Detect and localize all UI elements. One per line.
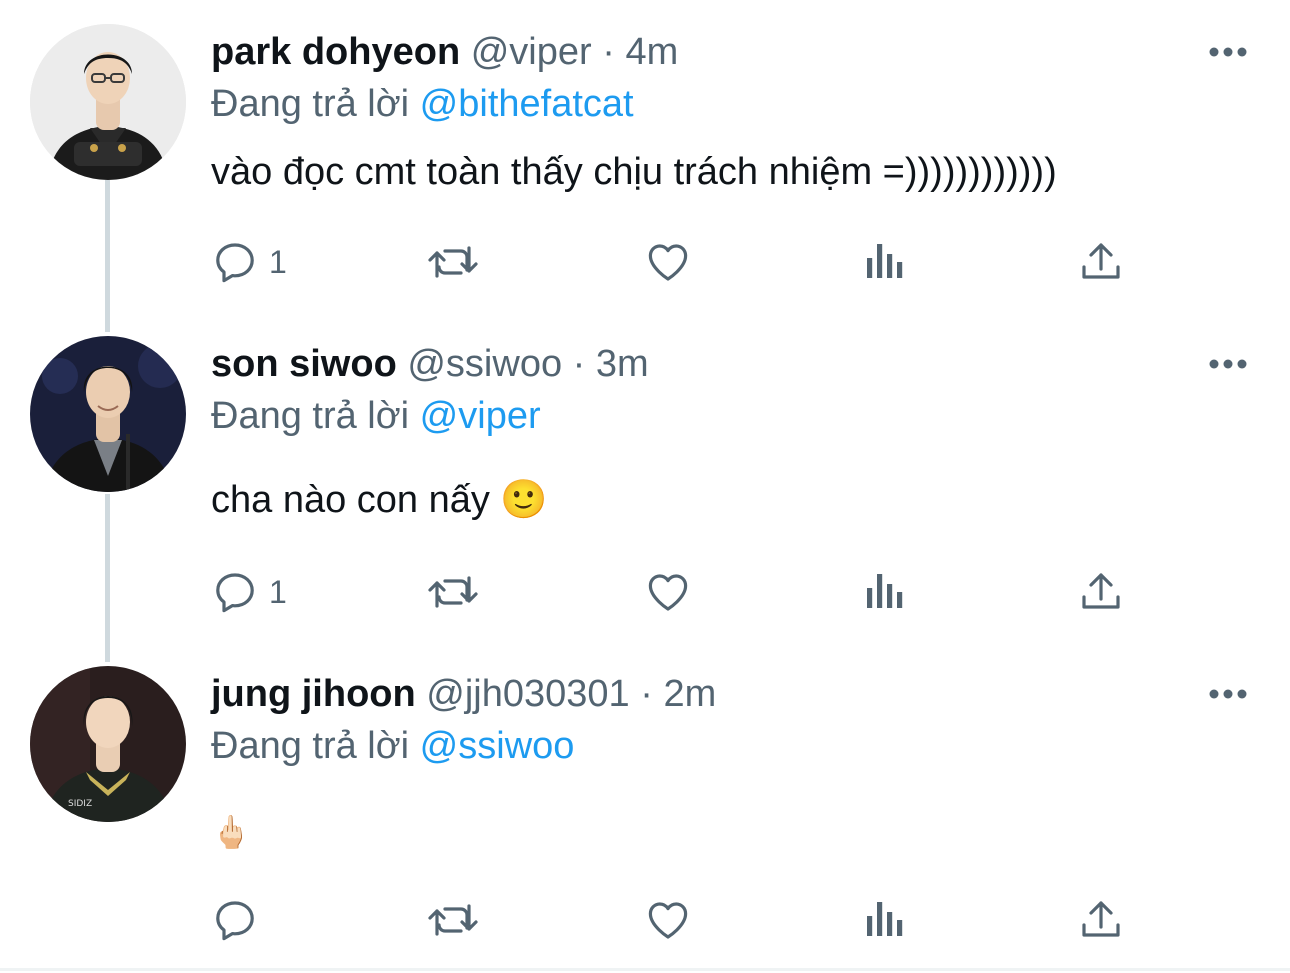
retweet-button[interactable]	[425, 890, 481, 950]
like-icon	[648, 574, 688, 611]
avatar[interactable]	[30, 24, 186, 180]
display-name[interactable]: park dohyeon	[211, 31, 460, 73]
replying-prefix: Đang trả lời	[211, 395, 410, 437]
share-button[interactable]	[1077, 562, 1125, 622]
replying-mention-link[interactable]: @ssiwoo	[420, 725, 575, 767]
action-bar	[211, 890, 1131, 950]
timestamp[interactable]: 2m	[663, 673, 716, 715]
reply-button[interactable]	[211, 890, 269, 950]
replying-mention-link[interactable]: @viper	[420, 395, 541, 437]
reply-icon	[216, 573, 254, 613]
replying-prefix: Đang trả lời	[211, 83, 410, 125]
tweet-header: jung jihoon @jjh030301 · 2m	[211, 672, 716, 716]
share-button[interactable]	[1077, 232, 1125, 292]
replying-to: Đang trả lời @ssiwoo	[211, 724, 574, 768]
more-icon[interactable]	[1206, 682, 1250, 706]
like-button[interactable]	[643, 890, 693, 950]
tweet[interactable]: SIDIZ jung jihoon @jjh030301 · 2m Đang t…	[0, 642, 1290, 968]
handle[interactable]: @jjh030301	[426, 673, 629, 715]
tweet-header: park dohyeon @viper · 4m	[211, 30, 678, 74]
reply-count: 1	[269, 573, 287, 610]
analytics-icon	[867, 574, 903, 608]
share-button[interactable]	[1077, 890, 1125, 950]
tweet-text: vào đọc cmt toàn thấy chịu trách nhiệm =…	[211, 151, 1057, 193]
tweet-text: cha nào con nấy 🙂	[211, 479, 548, 521]
replying-to: Đang trả lời @bithefatcat	[211, 82, 634, 126]
separator: ·	[572, 343, 586, 385]
reply-button[interactable]: 1	[211, 232, 287, 292]
timestamp[interactable]: 4m	[625, 31, 678, 73]
tweet-header: son siwoo @ssiwoo · 3m	[211, 342, 649, 386]
retweet-icon	[428, 576, 478, 608]
analytics-button[interactable]	[863, 232, 907, 292]
like-button[interactable]	[643, 232, 693, 292]
reply-icon	[216, 243, 254, 283]
replying-prefix: Đang trả lời	[211, 725, 410, 767]
handle[interactable]: @ssiwoo	[407, 343, 562, 385]
share-icon	[1082, 901, 1120, 937]
avatar[interactable]: SIDIZ	[30, 666, 186, 822]
like-button[interactable]	[643, 562, 693, 622]
replying-to: Đang trả lời @viper	[211, 394, 541, 438]
tweet[interactable]: park dohyeon @viper · 4m Đang trả lời @b…	[0, 0, 1290, 330]
replying-mention-link[interactable]: @bithefatcat	[420, 83, 634, 125]
reply-button[interactable]: 1	[211, 562, 287, 622]
analytics-button[interactable]	[863, 890, 907, 950]
separator: ·	[602, 31, 615, 73]
display-name[interactable]: jung jihoon	[211, 673, 416, 715]
share-icon	[1082, 573, 1120, 609]
retweet-button[interactable]	[425, 562, 481, 622]
reply-count: 1	[269, 243, 287, 280]
retweet-icon	[428, 246, 478, 278]
analytics-icon	[867, 902, 903, 936]
tweet-text: 🖕🏻	[211, 814, 251, 850]
action-bar: 1	[211, 562, 1131, 622]
avatar[interactable]	[30, 336, 186, 492]
action-bar: 1	[211, 232, 1131, 292]
retweet-button[interactable]	[425, 232, 481, 292]
divider	[0, 968, 1290, 971]
more-icon[interactable]	[1206, 40, 1250, 64]
more-icon[interactable]	[1206, 352, 1250, 376]
share-icon	[1082, 243, 1120, 279]
svg-text:SIDIZ: SIDIZ	[68, 799, 92, 809]
like-icon	[648, 244, 688, 281]
separator: ·	[640, 673, 653, 715]
analytics-icon	[867, 244, 903, 278]
retweet-icon	[428, 904, 478, 936]
timestamp[interactable]: 3m	[596, 343, 649, 385]
tweet[interactable]: son siwoo @ssiwoo · 3m Đang trả lời @vip…	[0, 312, 1290, 642]
handle[interactable]: @viper	[471, 31, 592, 73]
reply-icon	[216, 901, 254, 941]
display-name[interactable]: son siwoo	[211, 343, 397, 385]
like-icon	[648, 902, 688, 939]
analytics-button[interactable]	[863, 562, 907, 622]
